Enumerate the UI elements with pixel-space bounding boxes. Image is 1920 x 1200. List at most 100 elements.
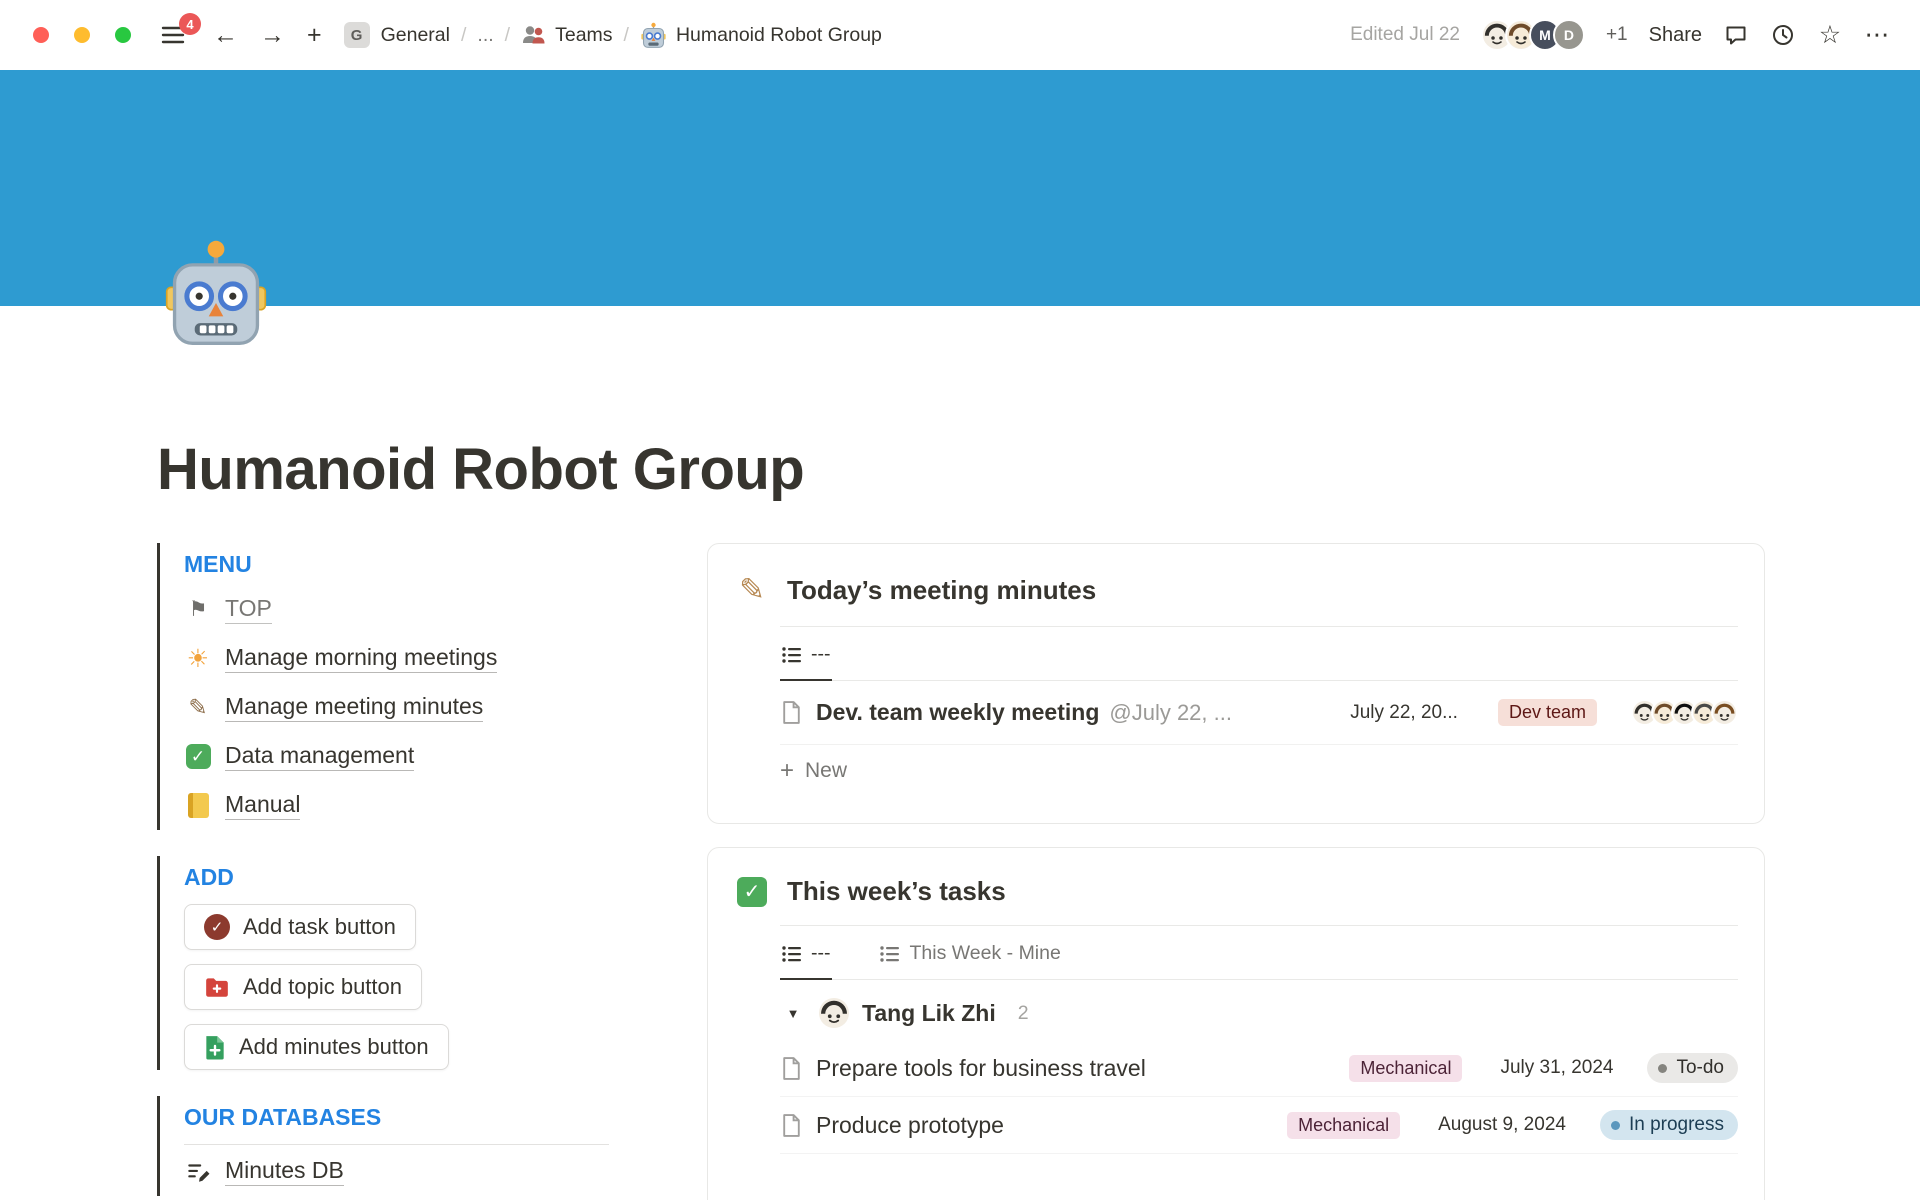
menu-item-meeting-minutes[interactable]: ✎ Manage meeting minutes bbox=[184, 683, 609, 732]
collaborator-avatar-d: D bbox=[1553, 19, 1585, 51]
plus-icon: + bbox=[780, 759, 794, 783]
group-count: 2 bbox=[1018, 1002, 1029, 1025]
task-tag[interactable]: Mechanical bbox=[1287, 1112, 1400, 1139]
meeting-date[interactable]: July 22, 20... bbox=[1350, 702, 1458, 724]
menu-item-minutes-db[interactable]: Minutes DB bbox=[184, 1147, 609, 1196]
favorite-star-icon[interactable]: ☆ bbox=[1817, 22, 1843, 48]
menu-item-top[interactable]: ⚑ TOP bbox=[184, 585, 609, 634]
workspace-icon[interactable]: G bbox=[344, 22, 370, 48]
flag-icon: ⚑ bbox=[184, 597, 212, 622]
assignee-avatar bbox=[819, 998, 849, 1028]
folder-icon bbox=[204, 975, 230, 999]
today-card-title[interactable]: Today’s meeting minutes bbox=[787, 575, 1096, 606]
page-doc-icon bbox=[780, 700, 803, 725]
page-cover[interactable] bbox=[0, 70, 1920, 306]
task-row[interactable]: Prepare tools for business travel Mechan… bbox=[780, 1040, 1738, 1097]
breadcrumb-teams[interactable]: Teams bbox=[521, 24, 612, 47]
minimize-window-button[interactable] bbox=[74, 27, 90, 43]
breadcrumb-teams-label: Teams bbox=[555, 24, 612, 47]
menu-link-label[interactable]: Manual bbox=[225, 791, 300, 820]
updates-button[interactable] bbox=[1770, 22, 1796, 48]
list-view-icon bbox=[782, 646, 802, 664]
green-check-icon: ✓ bbox=[734, 877, 770, 907]
weekly-tasks-card: ✓ This week’s tasks --- bbox=[707, 847, 1765, 1200]
status-label: To-do bbox=[1676, 1057, 1724, 1079]
task-date[interactable]: July 31, 2024 bbox=[1500, 1057, 1613, 1079]
traffic-lights bbox=[33, 27, 131, 43]
menu-link-label[interactable]: Manage morning meetings bbox=[225, 644, 497, 673]
compose-icon bbox=[184, 1159, 212, 1185]
topbar-actions: Edited Jul 22 M D +1 Share ☆ ⋯ bbox=[1350, 19, 1890, 51]
menu-item-morning-meetings[interactable]: ☀ Manage morning meetings bbox=[184, 634, 609, 683]
meeting-title[interactable]: Dev. team weekly meeting bbox=[816, 699, 1099, 726]
task-tag[interactable]: Mechanical bbox=[1349, 1055, 1462, 1082]
page-doc-icon bbox=[780, 1056, 803, 1081]
close-window-button[interactable] bbox=[33, 27, 49, 43]
menu-item-manual[interactable]: Manual bbox=[184, 781, 609, 830]
new-tab-button[interactable]: + bbox=[307, 23, 322, 48]
task-date[interactable]: August 9, 2024 bbox=[1438, 1114, 1566, 1136]
task-row[interactable]: Produce prototype Mechanical August 9, 2… bbox=[780, 1097, 1738, 1154]
last-edited-label[interactable]: Edited Jul 22 bbox=[1350, 24, 1460, 46]
view-tab-default[interactable]: --- bbox=[780, 627, 832, 681]
share-button[interactable]: Share bbox=[1649, 24, 1702, 47]
page-body: Humanoid Robot Group MENU ⚑ TOP ☀ Manage… bbox=[0, 306, 1920, 1200]
task-title[interactable]: Produce prototype bbox=[816, 1112, 1267, 1139]
new-row-button[interactable]: + New bbox=[780, 745, 1738, 797]
add-task-label: Add task button bbox=[243, 914, 396, 940]
collapse-triangle-icon[interactable]: ▼ bbox=[780, 1006, 806, 1021]
collaborator-overflow-count[interactable]: +1 bbox=[1606, 24, 1628, 46]
breadcrumb-current-page[interactable]: Humanoid Robot Group bbox=[640, 22, 882, 49]
breadcrumb-page-label: Humanoid Robot Group bbox=[676, 24, 882, 47]
add-minutes-button[interactable]: Add minutes button bbox=[184, 1024, 449, 1070]
robot-icon bbox=[160, 238, 272, 350]
divider bbox=[184, 1144, 609, 1145]
writing-hand-icon: ✎ bbox=[734, 572, 770, 608]
menu-link-top[interactable]: TOP bbox=[225, 595, 272, 624]
menu-item-data-management[interactable]: ✓ Data management bbox=[184, 732, 609, 781]
attendee-avatars[interactable] bbox=[1631, 699, 1738, 726]
page-title[interactable]: Humanoid Robot Group bbox=[157, 306, 1765, 503]
add-section: ADD ✓ Add task button Add topic button bbox=[157, 856, 609, 1070]
collaborator-avatars[interactable]: M D bbox=[1481, 19, 1585, 51]
add-heading: ADD bbox=[184, 856, 609, 898]
window-topbar: 4 ← → + G General / ... / Teams / bbox=[0, 0, 1920, 70]
clock-icon bbox=[1771, 23, 1795, 47]
breadcrumb-general[interactable]: General bbox=[381, 24, 450, 47]
status-label: In progress bbox=[1629, 1114, 1724, 1136]
more-options-button[interactable]: ⋯ bbox=[1864, 22, 1890, 48]
sidebar-toggle-button[interactable]: 4 bbox=[161, 22, 187, 48]
breadcrumb-ellipsis[interactable]: ... bbox=[477, 24, 493, 47]
notification-badge: 4 bbox=[179, 13, 201, 35]
zoom-window-button[interactable] bbox=[115, 27, 131, 43]
add-topic-button[interactable]: Add topic button bbox=[184, 964, 422, 1010]
add-task-button[interactable]: ✓ Add task button bbox=[184, 904, 416, 950]
menu-link-label[interactable]: Data management bbox=[225, 742, 414, 771]
minutes-db-link[interactable]: Minutes DB bbox=[225, 1157, 344, 1186]
attendee-avatar bbox=[1711, 699, 1738, 726]
task-title[interactable]: Prepare tools for business travel bbox=[816, 1055, 1329, 1082]
date-mention[interactable]: @July 22, ... bbox=[1109, 700, 1232, 726]
list-view-icon bbox=[880, 945, 900, 963]
group-name[interactable]: Tang Lik Zhi bbox=[862, 1000, 996, 1027]
page-content-column: ✎ Today’s meeting minutes --- bbox=[707, 543, 1765, 1200]
view-tab-default[interactable]: --- bbox=[780, 926, 832, 980]
view-tab-this-week-mine[interactable]: This Week - Mine bbox=[878, 926, 1062, 980]
task-status-badge[interactable]: To-do bbox=[1647, 1053, 1738, 1083]
add-topic-label: Add topic button bbox=[243, 974, 402, 1000]
tasks-card-title[interactable]: This week’s tasks bbox=[787, 876, 1006, 907]
meeting-row[interactable]: Dev. team weekly meeting @July 22, ... J… bbox=[780, 681, 1738, 745]
task-status-badge[interactable]: In progress bbox=[1600, 1110, 1738, 1140]
back-button[interactable]: ← bbox=[213, 23, 238, 48]
comments-button[interactable] bbox=[1723, 22, 1749, 48]
view-tabs: --- This Week - Mine bbox=[780, 926, 1738, 980]
team-tag[interactable]: Dev team bbox=[1498, 699, 1597, 726]
teams-people-icon bbox=[521, 24, 546, 46]
breadcrumb-separator: / bbox=[461, 24, 466, 47]
new-row-label: New bbox=[805, 759, 847, 783]
forward-button[interactable]: → bbox=[260, 23, 285, 48]
robot-icon bbox=[640, 22, 667, 49]
menu-heading: MENU bbox=[184, 543, 609, 585]
page-icon-robot[interactable] bbox=[160, 238, 272, 350]
menu-link-label[interactable]: Manage meeting minutes bbox=[225, 693, 483, 722]
